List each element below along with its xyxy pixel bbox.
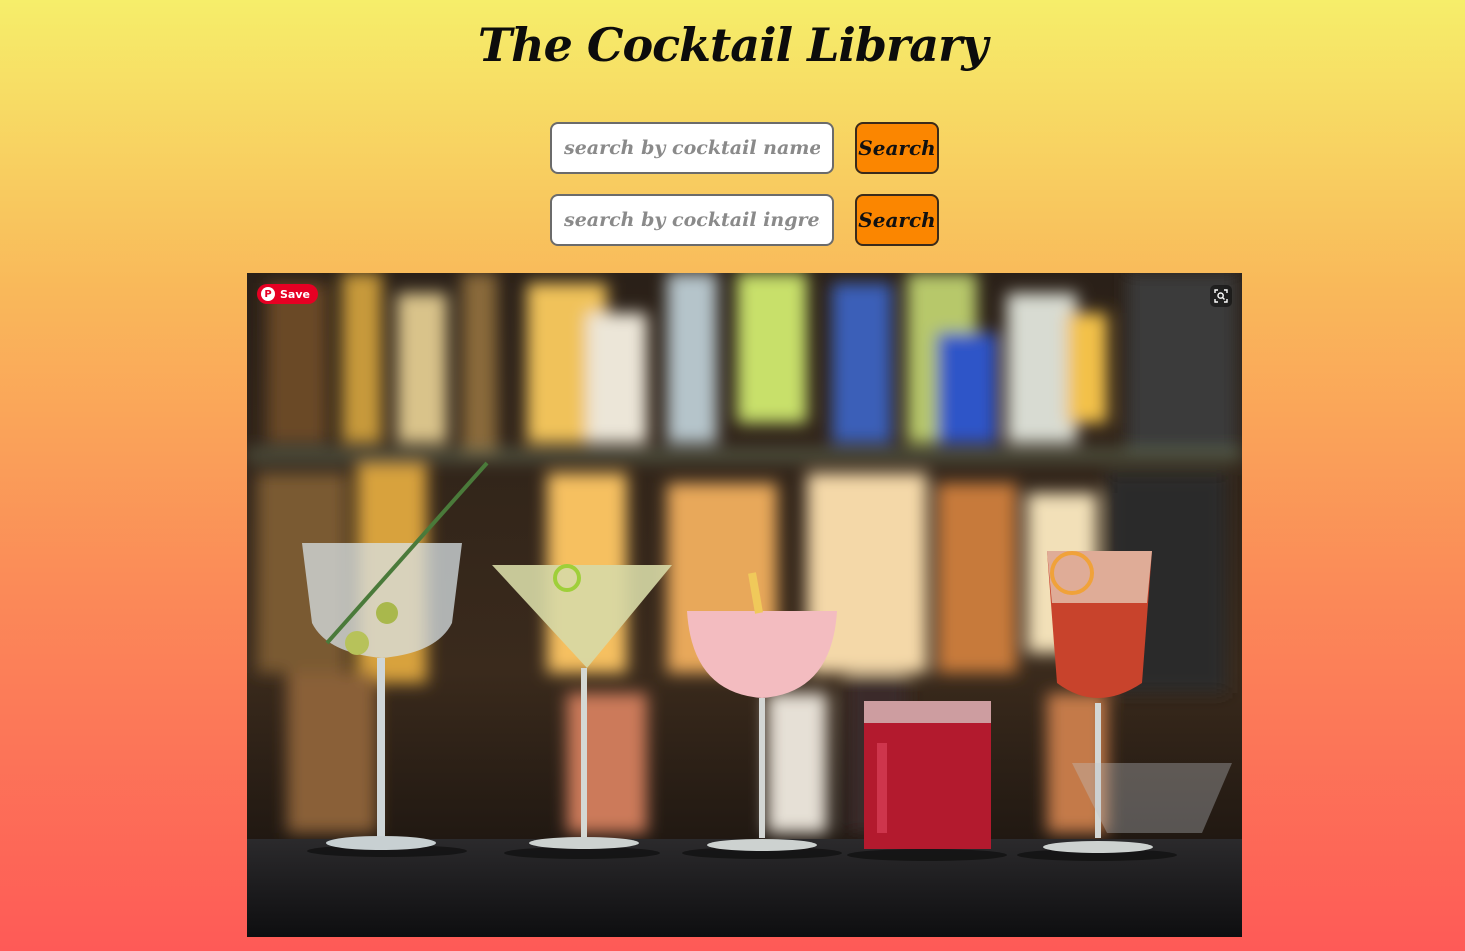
cocktail-bar-photo	[247, 273, 1242, 937]
search-by-name-button[interactable]: Search	[855, 122, 939, 174]
pinterest-save-button[interactable]: P Save	[257, 284, 318, 304]
cocktail-name-search-input[interactable]	[550, 122, 834, 174]
visual-search-icon	[1214, 289, 1228, 303]
tumbler-glass	[864, 701, 991, 849]
pinterest-icon: P	[261, 287, 275, 301]
pinterest-save-label: Save	[280, 287, 310, 301]
page-title: The Cocktail Library	[477, 18, 988, 72]
hero-cocktail-image: P Save	[247, 273, 1242, 937]
cocktail-ingredient-search-input[interactable]	[550, 194, 834, 246]
visual-search-button[interactable]	[1210, 285, 1232, 307]
search-by-ingredient-button[interactable]: Search	[855, 194, 939, 246]
